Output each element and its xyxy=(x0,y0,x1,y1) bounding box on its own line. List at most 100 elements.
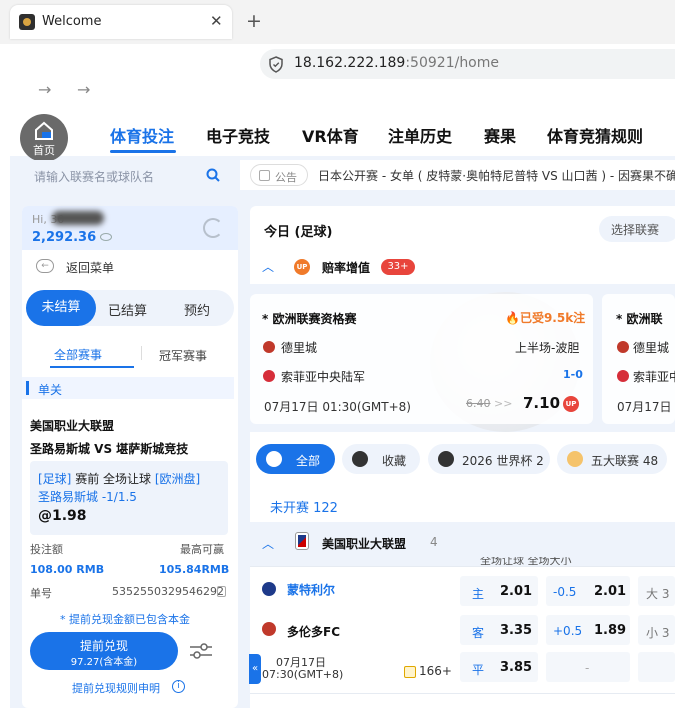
odds-label: 客 xyxy=(472,626,485,640)
odds-value[interactable]: 3.85 xyxy=(500,660,532,675)
nav-vr-sports[interactable]: VR体育 xyxy=(302,123,359,147)
nav-rules[interactable]: 体育竞猜规则 xyxy=(547,123,643,147)
section-label: 单关 xyxy=(38,383,63,397)
bet-description: [足球] 赛前 全场让球 [欧洲盘] xyxy=(38,472,201,486)
browser-tab[interactable]: Welcome ✕ xyxy=(10,5,232,39)
tab-title: Welcome xyxy=(42,14,102,29)
odds-cell[interactable] xyxy=(638,652,675,682)
url-text[interactable]: 18.162.222.189:50921/home xyxy=(294,55,499,71)
match-away[interactable]: 多伦多FC xyxy=(287,623,340,640)
old-odds: 6.40 xyxy=(466,397,491,410)
notice-text[interactable]: 日本公开赛 - 女单 ( 皮特蒙·奥帕特尼普特 VS 山口茜 ) - 因赛果不确 xyxy=(318,167,675,184)
collapse-handle[interactable]: « xyxy=(249,654,261,684)
odds-value[interactable]: 2.01 xyxy=(500,584,532,599)
odds-value[interactable]: 3.35 xyxy=(500,623,532,638)
nav-esports[interactable]: 电子竞技 xyxy=(206,123,270,147)
up-badge-icon: UP xyxy=(563,396,579,412)
home-icon xyxy=(35,121,53,140)
stake-label: 投注额 xyxy=(30,543,63,556)
over-under-line: 大 3 xyxy=(646,587,670,601)
notice-badge[interactable]: 公告 xyxy=(250,164,308,186)
back-arrow-icon[interactable]: → xyxy=(38,80,51,99)
shield-icon[interactable] xyxy=(268,56,284,73)
up-icon: UP xyxy=(294,259,310,275)
odds-value[interactable]: 2.01 xyxy=(594,584,626,599)
segment-settled[interactable]: 已结算 xyxy=(108,300,147,319)
handicap-empty: - xyxy=(585,661,590,675)
speaker-icon xyxy=(259,170,270,181)
row-divider xyxy=(250,693,675,694)
featured-time: 07月17日 01:30(GMT+8) xyxy=(264,400,411,414)
team-logo-icon xyxy=(262,622,276,636)
team-logo-icon xyxy=(262,582,276,596)
featured-time: 07月17日 xyxy=(617,400,672,414)
arrow-right-icon: >> xyxy=(494,397,513,410)
not-started-label[interactable]: 未开赛 122 xyxy=(270,497,338,516)
home-label: 首页 xyxy=(33,144,55,157)
section-single: 单关 xyxy=(22,377,234,399)
chevron-up-icon[interactable]: ︿ xyxy=(262,535,274,552)
segment-reserved[interactable]: 预约 xyxy=(184,300,210,319)
chevron-up-icon[interactable]: ︿ xyxy=(262,258,274,275)
back-to-menu[interactable]: 返回菜单 xyxy=(66,259,114,276)
row-divider xyxy=(250,566,675,567)
refresh-icon[interactable] xyxy=(203,218,223,238)
nav-sports-betting[interactable]: 体育投注 xyxy=(110,123,174,147)
match-time: 07:30(GMT+8) xyxy=(262,668,344,681)
segment-unsettled[interactable]: 未结算 xyxy=(26,290,96,326)
featured-league: * 欧洲联赛资格赛 xyxy=(262,312,357,326)
tab-all-events[interactable]: 全部赛事 xyxy=(54,346,102,363)
featured-home: 德里城 xyxy=(633,341,670,355)
league-count: 4 xyxy=(430,535,438,549)
bet-selection: 圣路易斯城 -1/1.5 xyxy=(38,490,137,504)
copy-icon[interactable] xyxy=(217,586,226,597)
info-icon[interactable]: i xyxy=(172,680,185,693)
boosted-odds[interactable]: 7.10 xyxy=(523,394,560,412)
stake-value: 108.00 RMB xyxy=(30,563,105,576)
bet-odds: @1.98 xyxy=(38,508,87,524)
filter-top-leagues[interactable]: 五大联赛 48 xyxy=(557,444,667,474)
odds-value[interactable]: 1.89 xyxy=(594,623,626,638)
eye-icon[interactable] xyxy=(100,233,112,241)
filter-world-cup[interactable]: 2026 世界杯 2 xyxy=(428,444,550,474)
filter-favorites[interactable]: 收藏 xyxy=(342,444,420,474)
site-favicon xyxy=(19,14,35,30)
featured-league: * 欧洲联 xyxy=(616,312,663,326)
grid-icon xyxy=(266,451,282,467)
cashout-rules-link[interactable]: 提前兑现规则申明 xyxy=(72,680,160,696)
odds-label: 主 xyxy=(472,587,485,601)
over-under-line: 小 3 xyxy=(646,626,670,640)
match-home[interactable]: 蒙特利尔 xyxy=(287,581,335,598)
order-label: 单号 xyxy=(30,587,52,600)
odds-boost-count: 33+ xyxy=(381,259,415,275)
market-headers: 全场让球 全场大小 xyxy=(480,557,572,565)
nav-bet-history[interactable]: 注单历史 xyxy=(388,123,452,147)
more-markets-icon xyxy=(404,666,416,678)
balance: 2,292.36 xyxy=(32,230,97,245)
cashout-amount: 97.27(含本金) xyxy=(70,657,138,668)
home-button[interactable]: 首页 xyxy=(20,114,68,162)
back-icon[interactable]: ← xyxy=(36,259,54,273)
tab-outright-events[interactable]: 冠军赛事 xyxy=(159,347,207,364)
team-logo-icon xyxy=(263,341,275,353)
new-tab-icon[interactable]: + xyxy=(246,10,262,32)
masked-username xyxy=(52,211,104,225)
cashout-button[interactable]: 提前兑现 97.27(含本金) xyxy=(30,632,178,670)
close-tab-icon[interactable]: ✕ xyxy=(210,12,223,30)
search-icon[interactable] xyxy=(206,168,221,183)
slider-settings-icon[interactable] xyxy=(188,640,214,662)
more-markets-count[interactable]: 166+ xyxy=(419,664,452,678)
mls-logo-icon xyxy=(295,532,309,550)
league-name: 美国职业大联盟 xyxy=(322,537,407,551)
forward-arrow-icon[interactable]: → xyxy=(77,80,90,99)
search-input[interactable]: 请输入联赛名或球队名 xyxy=(22,160,236,192)
cashout-label: 提前兑现 xyxy=(79,639,128,653)
nav-active-indicator xyxy=(110,150,176,153)
search-placeholder: 请输入联赛名或球队名 xyxy=(34,170,155,184)
select-league-button[interactable]: 选择联赛 xyxy=(599,216,675,242)
filter-all[interactable]: 全部 xyxy=(256,444,335,474)
nav-results[interactable]: 赛果 xyxy=(484,123,516,147)
odds-label: 平 xyxy=(472,663,485,677)
tab-active-underline xyxy=(50,366,134,368)
star-icon xyxy=(352,451,368,467)
